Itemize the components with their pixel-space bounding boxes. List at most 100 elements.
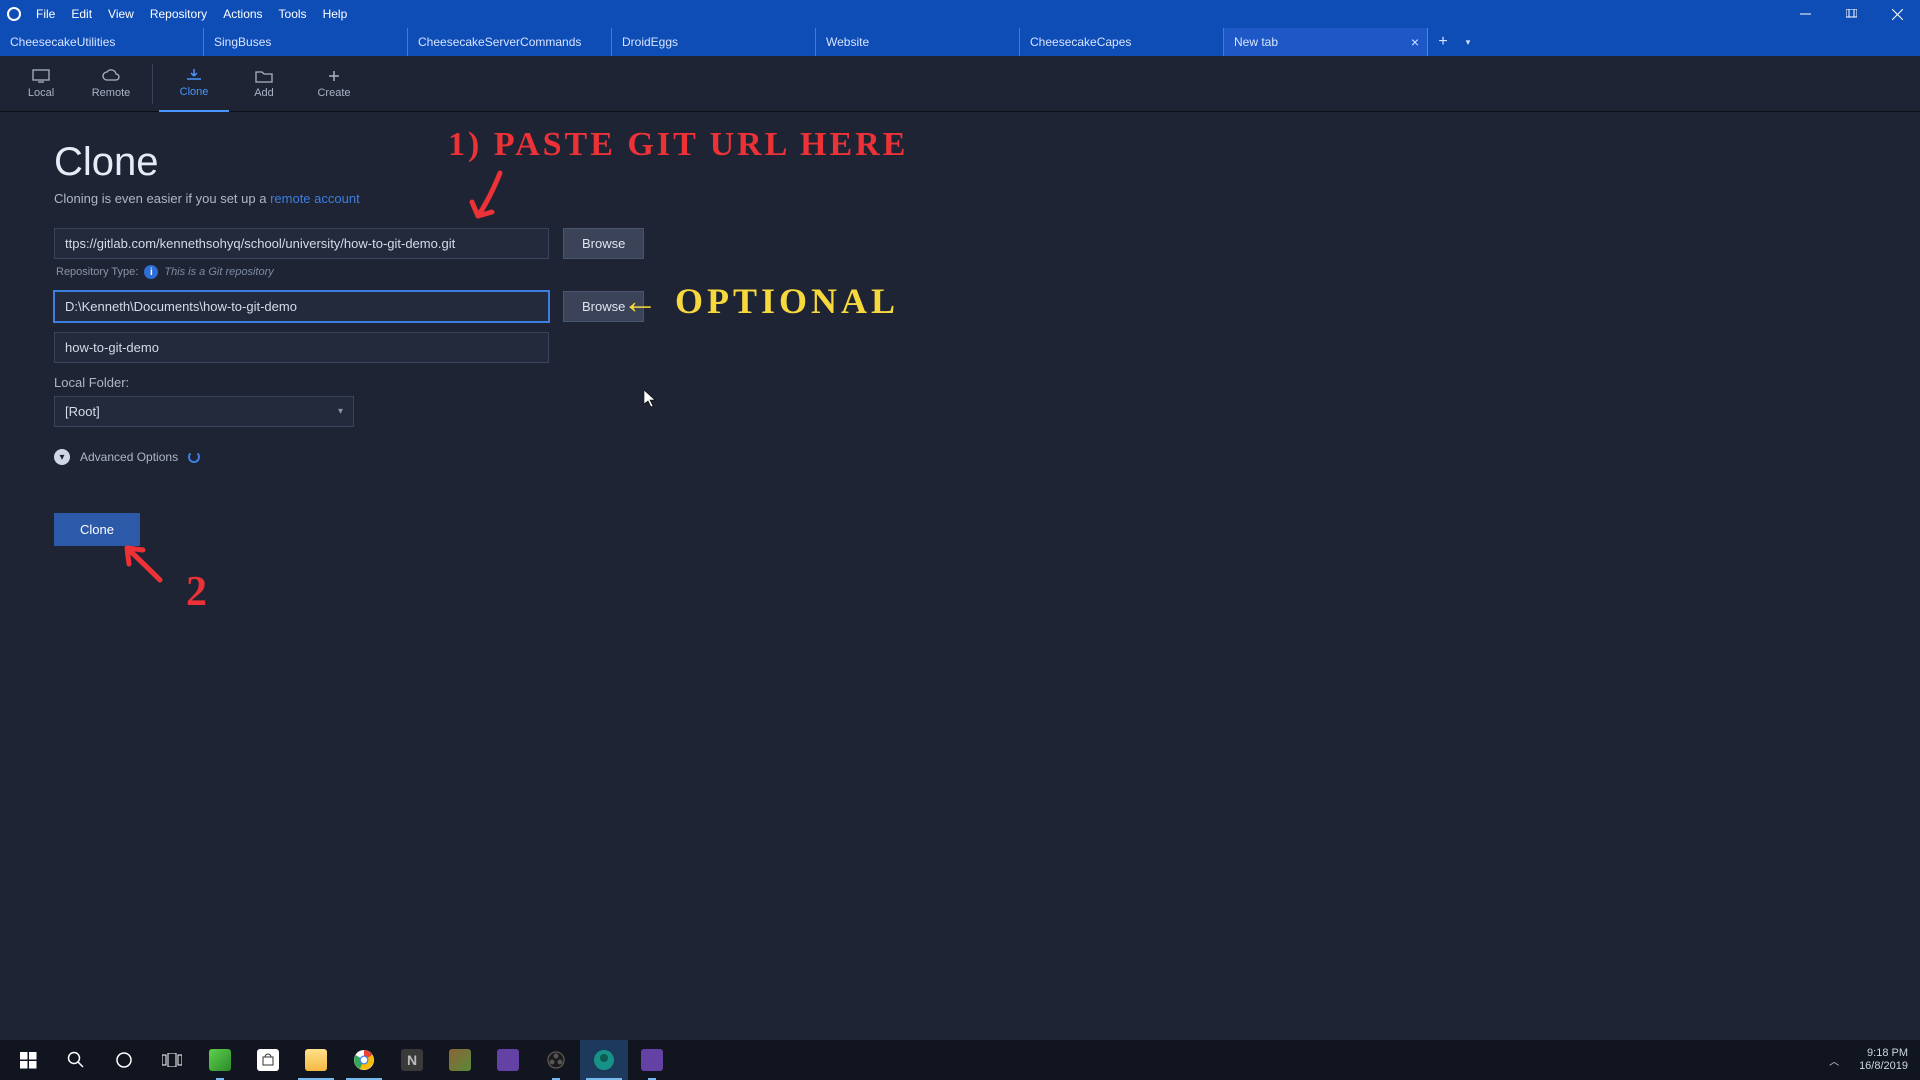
tab-label: Website [826, 35, 869, 49]
cloud-icon [102, 69, 120, 83]
app-icon: N [401, 1049, 423, 1071]
chevron-down-icon: ▾ [54, 449, 70, 465]
tab-label: CheesecakeUtilities [10, 35, 115, 49]
taskbar-obs[interactable] [532, 1040, 580, 1080]
close-icon[interactable]: × [1411, 34, 1419, 50]
browse-destination-button[interactable]: Browse [563, 291, 644, 322]
source-url-input[interactable] [54, 228, 549, 259]
toolbar-create[interactable]: Create [299, 56, 369, 112]
browse-source-button[interactable]: Browse [563, 228, 644, 259]
repo-type-row: Repository Type: i This is a Git reposit… [56, 265, 1866, 279]
annotation-arrow-down-icon [460, 168, 520, 228]
windows-taskbar: N ︿ 9:18 PM 16/8/2019 [0, 1040, 1920, 1080]
taskbar-store[interactable] [244, 1040, 292, 1080]
add-tab-button[interactable]: + [1428, 28, 1458, 56]
annotation-arrow-up-icon [115, 540, 175, 590]
taskbar-app[interactable] [628, 1040, 676, 1080]
tab-repo[interactable]: Website [816, 28, 1020, 56]
tray-chevron-icon[interactable]: ︿ [1829, 1053, 1839, 1068]
tab-repo[interactable]: DroidEggs [612, 28, 816, 56]
tab-strip: CheesecakeUtilities SingBuses Cheesecake… [0, 28, 1920, 56]
toolbar-add[interactable]: Add [229, 56, 299, 112]
clone-name-input[interactable] [54, 332, 549, 363]
search-button[interactable] [52, 1040, 100, 1080]
taskbar-twitch[interactable] [484, 1040, 532, 1080]
toolbar-label: Add [254, 87, 274, 99]
destination-path-input[interactable] [54, 291, 549, 322]
menu-help[interactable]: Help [315, 7, 356, 21]
remote-account-link[interactable]: remote account [270, 191, 360, 206]
close-button[interactable] [1874, 0, 1920, 28]
tab-label: New tab [1234, 35, 1278, 49]
chevron-down-icon: ▾ [338, 406, 343, 417]
menubar: File Edit View Repository Actions Tools … [0, 0, 1920, 28]
toolbar-local[interactable]: Local [6, 56, 76, 112]
taskbar-clock[interactable]: 9:18 PM 16/8/2019 [1859, 1047, 1908, 1073]
cortana-button[interactable] [100, 1040, 148, 1080]
local-folder-select[interactable]: [Root] ▾ [54, 396, 354, 427]
windows-icon [20, 1052, 37, 1069]
tab-repo[interactable]: SingBuses [204, 28, 408, 56]
app-logo-icon [0, 6, 28, 22]
menu-file[interactable]: File [28, 7, 63, 21]
taskbar-app[interactable] [196, 1040, 244, 1080]
cortana-icon [115, 1051, 133, 1069]
clone-panel: Clone Cloning is even easier if you set … [0, 112, 1920, 574]
minimize-button[interactable] [1782, 0, 1828, 28]
advanced-options-label: Advanced Options [80, 450, 178, 464]
taskbar-gitkraken[interactable] [580, 1040, 628, 1080]
page-title: Clone [54, 140, 1866, 185]
menu-view[interactable]: View [100, 7, 142, 21]
gitkraken-icon [593, 1049, 615, 1071]
page-subtitle: Cloning is even easier if you set up a r… [54, 191, 1866, 206]
info-icon: i [144, 265, 158, 279]
store-icon [257, 1049, 279, 1071]
window-controls [1782, 0, 1920, 28]
plus-icon [325, 69, 343, 83]
folder-icon [305, 1049, 327, 1071]
menu-tools[interactable]: Tools [271, 7, 315, 21]
toolbar: Local Remote Clone Add Create [0, 56, 1920, 112]
toolbar-clone[interactable]: Clone [159, 56, 229, 112]
app-icon [209, 1049, 231, 1071]
menu-repository[interactable]: Repository [142, 7, 215, 21]
taskbar-app[interactable]: N [388, 1040, 436, 1080]
tab-label: CheesecakeCapes [1030, 35, 1131, 49]
tab-label: DroidEggs [622, 35, 678, 49]
obs-icon [545, 1049, 567, 1071]
chrome-icon [353, 1049, 375, 1071]
toolbar-label: Local [28, 87, 54, 99]
folder-icon [255, 69, 273, 83]
twitch-icon [497, 1049, 519, 1071]
toolbar-label: Create [317, 87, 350, 99]
maximize-button[interactable] [1828, 0, 1874, 28]
tab-repo[interactable]: CheesecakeServerCommands [408, 28, 612, 56]
toolbar-label: Clone [180, 86, 209, 98]
download-icon [185, 68, 203, 82]
clock-time: 9:18 PM [1859, 1047, 1908, 1060]
repo-type-label: Repository Type: [56, 266, 138, 278]
toolbar-remote[interactable]: Remote [76, 56, 146, 112]
menu-actions[interactable]: Actions [215, 7, 270, 21]
tab-new[interactable]: New tab × [1224, 28, 1428, 56]
annotation-step-2: 2 [186, 568, 207, 616]
tab-repo[interactable]: CheesecakeUtilities [0, 28, 204, 56]
loading-spinner-icon [188, 451, 200, 463]
tab-label: CheesecakeServerCommands [418, 35, 581, 49]
start-button[interactable] [4, 1040, 52, 1080]
taskbar-explorer[interactable] [292, 1040, 340, 1080]
menu-edit[interactable]: Edit [63, 7, 100, 21]
advanced-options-toggle[interactable]: ▾ Advanced Options [54, 449, 1866, 465]
toolbar-divider [152, 64, 153, 104]
taskview-button[interactable] [148, 1040, 196, 1080]
subtitle-text: Cloning is even easier if you set up a [54, 191, 270, 206]
clock-date: 16/8/2019 [1859, 1060, 1908, 1073]
taskbar-chrome[interactable] [340, 1040, 388, 1080]
tab-repo[interactable]: CheesecakeCapes [1020, 28, 1224, 56]
app-icon [641, 1049, 663, 1071]
tab-dropdown-button[interactable]: ▾ [1458, 28, 1478, 56]
select-value: [Root] [65, 404, 100, 419]
toolbar-label: Remote [92, 87, 131, 99]
taskbar-app[interactable] [436, 1040, 484, 1080]
search-icon [67, 1051, 85, 1069]
